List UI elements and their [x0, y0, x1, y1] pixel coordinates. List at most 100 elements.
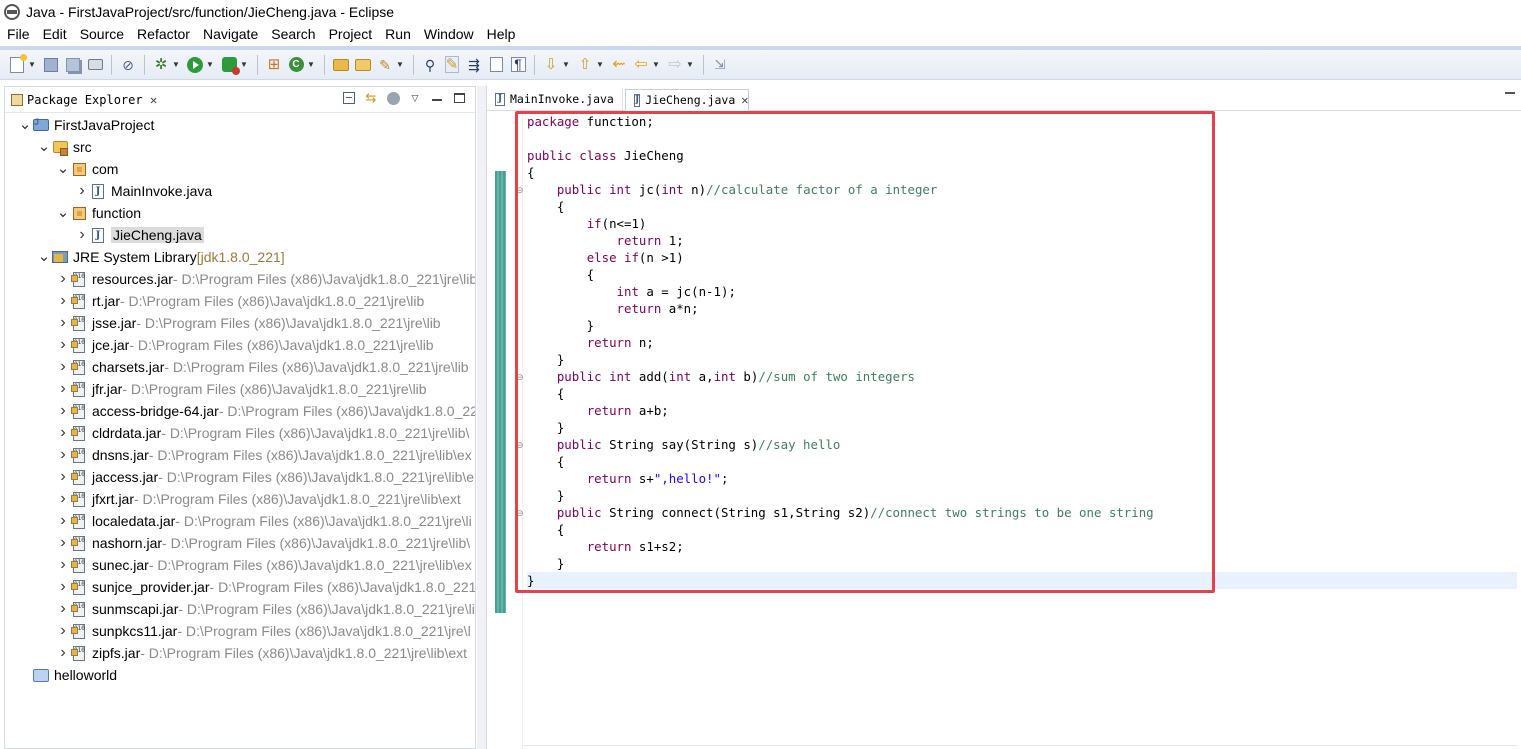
code-line[interactable]: { [527, 164, 1517, 181]
code-line[interactable]: { [527, 385, 1517, 402]
tree-item[interactable]: helloworld [5, 664, 475, 686]
tree-item[interactable]: › 010 nashorn.jar - D:\Program Files (x86)… [5, 532, 475, 554]
menu-file[interactable]: File [0, 24, 36, 46]
menu-edit[interactable]: Edit [36, 24, 73, 46]
external-tools-icon[interactable] [220, 56, 240, 75]
new-class-icon[interactable]: C [287, 56, 305, 74]
tree-item[interactable]: ⌄ JRE System Library [jdk1.8.0_221] [5, 246, 475, 268]
collapse-all-icon[interactable] [341, 90, 357, 106]
tree-item[interactable]: › 010 cldrdata.jar - D:\Program Files (x86… [5, 422, 475, 444]
menu-help[interactable]: Help [480, 24, 522, 46]
chevron-right-icon[interactable]: › [55, 314, 71, 332]
chevron-down-icon[interactable]: ⌄ [17, 117, 33, 132]
tree-item[interactable]: › 010 sunpkcs11.jar - D:\Program Files (x8… [5, 620, 475, 642]
debug-icon[interactable]: ✲ [152, 56, 170, 74]
paragraph-icon[interactable]: ¶ [509, 56, 527, 74]
tab-maininvoke[interactable]: J MainInvoke.java [487, 88, 623, 110]
tree-item[interactable]: › 010 localedata.jar - D:\Program Files (x… [5, 510, 475, 532]
chevron-right-icon[interactable]: › [55, 556, 71, 574]
chevron-right-icon[interactable]: › [55, 336, 71, 354]
toggle-block-selection-icon[interactable]: ⇶ [465, 56, 483, 74]
tree-item[interactable]: › 010 sunjce_provider.jar - D:\Program Fil… [5, 576, 475, 598]
print-icon[interactable] [86, 56, 104, 74]
forward-dropdown-icon[interactable]: ▼ [686, 56, 694, 74]
fold-collapse-icon[interactable]: ⊖ [516, 185, 524, 195]
next-annotation-icon[interactable]: ⇩ [542, 56, 560, 74]
previous-annotation-dropdown-icon[interactable]: ▼ [596, 56, 604, 74]
code-line[interactable]: { [527, 266, 1517, 283]
code-line[interactable]: return a+b; [527, 402, 1517, 419]
run-icon[interactable] [186, 56, 204, 74]
minimize-icon[interactable] [429, 90, 445, 106]
code-line[interactable]: public int add(int a,int b)//sum of two … [527, 368, 1517, 385]
chevron-right-icon[interactable]: › [55, 468, 71, 486]
code-line[interactable]: } [527, 317, 1517, 334]
open-task-icon[interactable]: ✎ [376, 56, 394, 74]
tree-item[interactable]: › 010 sunmscapi.jar - D:\Program Files (x8… [5, 598, 475, 620]
tree-item[interactable]: › J JieCheng.java [5, 224, 475, 246]
chevron-right-icon[interactable]: › [55, 600, 71, 618]
close-icon[interactable]: ✕ [149, 93, 159, 107]
chevron-down-icon[interactable]: ⌄ [55, 205, 71, 220]
chevron-right-icon[interactable]: › [55, 292, 71, 310]
chevron-right-icon[interactable]: › [55, 424, 71, 442]
code-line[interactable]: return s1+s2; [527, 538, 1517, 555]
tree-item[interactable]: › 010 sunec.jar - D:\Program Files (x86)\J… [5, 554, 475, 576]
code-line[interactable]: public String connect(String s1,String s… [527, 504, 1517, 521]
chevron-right-icon[interactable]: › [55, 644, 71, 662]
skip-breakpoints-icon[interactable]: ⊘ [119, 56, 137, 74]
tree-item[interactable]: › 010 rt.jar - D:\Program Files (x86)\Java… [5, 290, 475, 312]
search-icon[interactable]: ⚲ [421, 56, 439, 74]
menu-window[interactable]: Window [417, 24, 480, 46]
tree-item[interactable]: › 010 zipfs.jar - D:\Program Files (x86)\J… [5, 642, 475, 664]
new-package-icon[interactable]: ⊞ [265, 56, 283, 74]
maximize-icon[interactable] [451, 90, 467, 106]
pin-editor-icon[interactable]: ⇲ [711, 56, 729, 74]
code-line[interactable]: public String say(String s)//say hello [527, 436, 1517, 453]
tree-item[interactable]: ⌄ FirstJavaProject [5, 114, 475, 136]
save-all-icon[interactable] [64, 56, 82, 74]
code-line[interactable]: { [527, 198, 1517, 215]
chevron-right-icon[interactable]: › [55, 512, 71, 530]
tree-item[interactable]: › 010 jsse.jar - D:\Program Files (x86)\Ja… [5, 312, 475, 334]
tree-item[interactable]: › J MainInvoke.java [5, 180, 475, 202]
tree-item[interactable]: › 010 jfr.jar - D:\Program Files (x86)\Jav… [5, 378, 475, 400]
new-dropdown-icon[interactable]: ▼ [28, 56, 36, 74]
last-edit-location-icon[interactable]: ⇜ [610, 56, 628, 74]
menu-project[interactable]: Project [322, 24, 379, 46]
menu-refactor[interactable]: Refactor [130, 24, 196, 46]
chevron-down-icon[interactable]: ⌄ [36, 249, 52, 264]
code-line[interactable]: public int jc(int n)//calculate factor o… [527, 181, 1517, 198]
tree-item[interactable]: › 010 jaccess.jar - D:\Program Files (x86)… [5, 466, 475, 488]
tree-item[interactable]: › 010 dnsns.jar - D:\Program Files (x86)\J… [5, 444, 475, 466]
chevron-right-icon[interactable]: › [55, 534, 71, 552]
tree-item[interactable]: ⌄ function [5, 202, 475, 224]
fold-collapse-icon[interactable]: ⊖ [516, 372, 524, 382]
chevron-right-icon[interactable]: › [74, 182, 90, 200]
chevron-right-icon[interactable]: › [55, 358, 71, 376]
code-line[interactable] [527, 130, 1517, 147]
code-line[interactable]: int a = jc(n-1); [527, 283, 1517, 300]
fold-collapse-icon[interactable]: ⊖ [516, 508, 524, 518]
toggle-mark-occurrences-icon[interactable]: ✎ [443, 56, 461, 74]
chevron-down-icon[interactable]: ⌄ [36, 139, 52, 154]
external-tools-dropdown-icon[interactable]: ▼ [240, 56, 248, 74]
code-line[interactable]: } [527, 555, 1517, 572]
new-class-dropdown-icon[interactable]: ▼ [307, 56, 315, 74]
menu-run[interactable]: Run [378, 24, 417, 46]
chevron-right-icon[interactable]: › [55, 270, 71, 288]
chevron-right-icon[interactable]: › [55, 402, 71, 420]
code-line[interactable]: } [527, 419, 1517, 436]
code-line[interactable]: { [527, 453, 1517, 470]
view-sash[interactable] [477, 86, 486, 749]
link-with-editor-icon[interactable]: ⇆ [363, 90, 379, 106]
open-task-dropdown-icon[interactable]: ▼ [396, 56, 404, 74]
code-line[interactable]: return n; [527, 334, 1517, 351]
previous-annotation-icon[interactable]: ⇧ [576, 56, 594, 74]
menu-search[interactable]: Search [264, 24, 321, 46]
code-line[interactable]: package function; [527, 113, 1517, 130]
code-line[interactable]: { [527, 521, 1517, 538]
tree-item[interactable]: ⌄ com [5, 158, 475, 180]
tab-package-explorer[interactable]: Package Explorer ✕ [5, 88, 165, 112]
chevron-right-icon[interactable]: › [74, 226, 90, 244]
